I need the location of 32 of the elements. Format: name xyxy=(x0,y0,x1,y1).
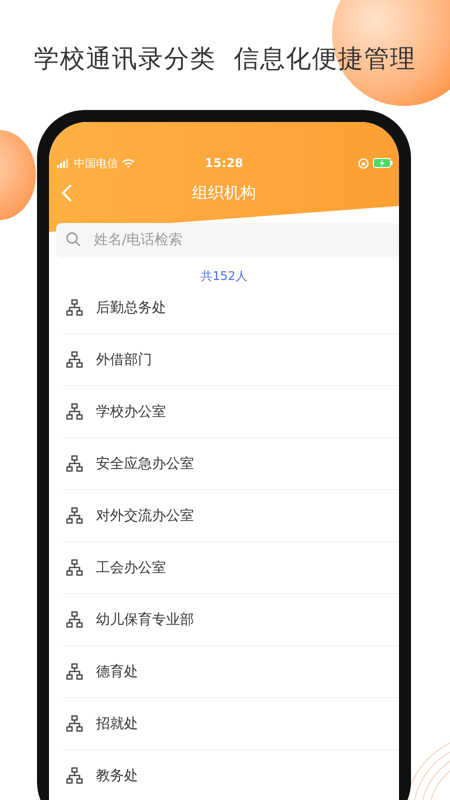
clock-time: 15:28 xyxy=(204,156,244,170)
headline: 学校通讯录分类 信息化便捷管理 xyxy=(33,43,417,75)
rotation-lock-icon xyxy=(358,158,369,168)
org-chart-icon xyxy=(66,715,83,732)
org-chart-icon xyxy=(66,559,83,576)
search-icon xyxy=(66,232,81,247)
org-chart-icon xyxy=(66,663,83,680)
org-chart-icon xyxy=(66,455,83,472)
screen-title: 组织机构 xyxy=(192,182,256,204)
member-count: 共152人 xyxy=(200,268,248,285)
carrier-name: 中国电信 xyxy=(74,156,118,170)
department-item[interactable]: 外借部门 xyxy=(63,334,399,386)
department-item[interactable]: 德育处 xyxy=(63,646,399,698)
department-item[interactable]: 对外交流办公室 xyxy=(63,490,399,542)
back-button[interactable] xyxy=(61,183,73,203)
department-item[interactable]: 学校办公室 xyxy=(63,386,399,438)
department-item[interactable]: 工会办公室 xyxy=(63,542,399,594)
org-chart-icon xyxy=(66,299,83,316)
org-chart-icon xyxy=(66,507,83,524)
department-item[interactable]: 后勤总务处 xyxy=(63,282,399,334)
org-chart-icon xyxy=(66,351,83,368)
search-field[interactable]: 姓名/电话检索 xyxy=(56,223,399,256)
org-chart-icon xyxy=(66,767,83,784)
signal-icon xyxy=(57,158,70,168)
org-chart-icon xyxy=(66,611,83,628)
department-item[interactable]: 幼儿保育专业部 xyxy=(63,594,399,646)
battery-icon xyxy=(373,158,393,168)
org-chart-icon xyxy=(66,403,83,420)
department-item[interactable]: 安全应急办公室 xyxy=(63,438,399,490)
department-item[interactable]: 教务处 xyxy=(63,750,399,800)
department-item[interactable]: 招就处 xyxy=(63,698,399,750)
wifi-icon xyxy=(122,158,135,168)
